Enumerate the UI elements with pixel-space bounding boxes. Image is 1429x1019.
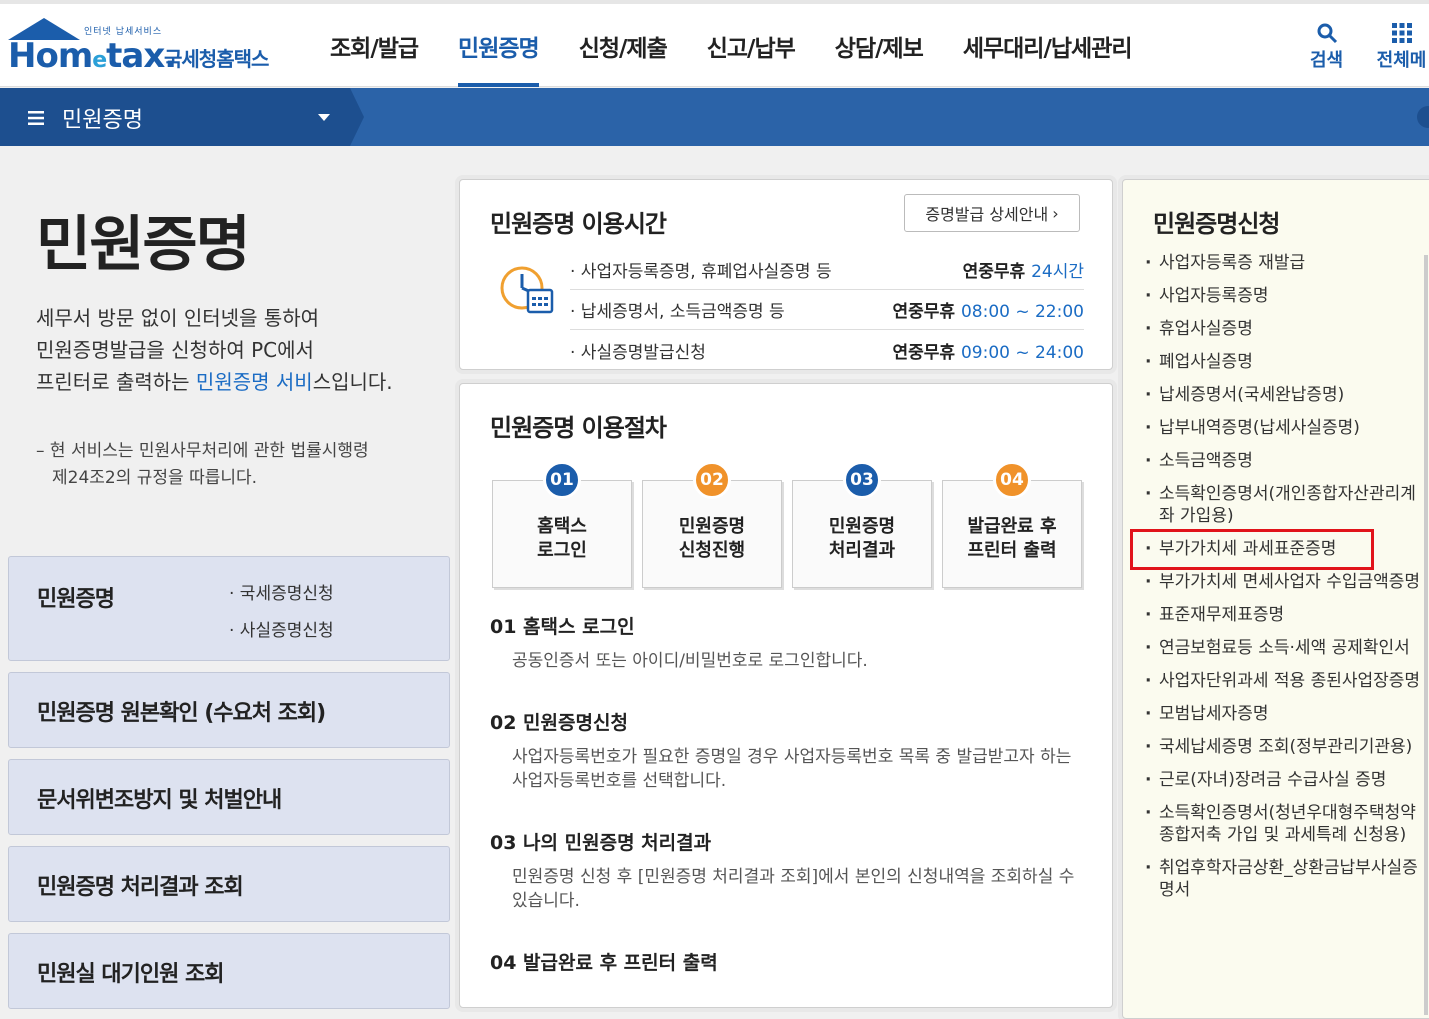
main-nav: 조회/발급 민원증명 신청/제출 신고/납부 상담/제보 세무대리/납세관리 (310, 4, 1152, 87)
procedure-panel: 민원증명 이용절차 01 홈택스 로그인 02 민원증명 신청진행 03 민원증명 처… (459, 383, 1113, 1008)
apply-item[interactable]: 사업자등록증명 (1143, 285, 1429, 307)
apply-list: 사업자등록증 재발급 사업자등록증명 휴업사실증명 폐업사실증명 납세증명서(국… (1143, 252, 1429, 912)
step-number-badge: 01 (543, 461, 581, 499)
apply-item[interactable]: 부가가치세 면세사업자 수입금액증명 (1143, 571, 1429, 593)
hometax-logo[interactable]: 인터넷 납세서비스 Hometax. 국세청홈택스 (6, 18, 296, 78)
chevron-right-icon: › (1052, 203, 1059, 223)
clock-calendar-icon (498, 264, 556, 320)
hours-row: · 사실증명발급신청 연중무휴 09:00 ~ 24:00 (570, 342, 1084, 363)
procedure-step: 02 민원증명 신청진행 (642, 461, 782, 588)
apply-item[interactable]: 소득금액증명 (1143, 450, 1429, 472)
procedure-step: 01 홈택스 로그인 (492, 461, 632, 588)
box-civil-certificate[interactable]: 민원증명 · 국세증명신청 · 사실증명신청 (8, 556, 450, 661)
apply-item[interactable]: 연금보험료등 소득·세액 공제확인서 (1143, 637, 1429, 659)
sub-menu-dropdown[interactable]: 민원증명 (28, 102, 143, 134)
procedure-title: 민원증명 이용절차 (490, 414, 667, 442)
apply-item[interactable]: 모범납세자증명 (1143, 703, 1429, 725)
hours-row: · 납세증명서, 소득금액증명 등 연중무휴 08:00 ~ 22:00 (570, 290, 1084, 330)
step-number-badge: 04 (993, 461, 1031, 499)
apply-title: 민원증명신청 (1153, 210, 1280, 238)
all-menu-button[interactable]: 전체메 (1374, 20, 1429, 72)
hours-panel: 민원증명 이용시간 증명발급 상세안내 › · 사업자등록증명, 휴폐업사실증명… (459, 179, 1113, 370)
apply-item[interactable]: 휴업사실증명 (1143, 318, 1429, 340)
procedure-step: 03 민원증명 처리결과 (792, 461, 932, 588)
step-number-badge: 02 (693, 461, 731, 499)
scrollbar[interactable] (1424, 255, 1428, 1015)
all-menu-label: 전체메 (1376, 50, 1427, 71)
box-forgery-prevention[interactable]: 문서위변조방지 및 처벌안내 (8, 759, 450, 835)
nav-apply-submit[interactable]: 신청/제출 (559, 4, 687, 87)
box-title: 민원실 대기인원 조회 (37, 962, 224, 987)
apply-panel: 민원증명신청 사업자등록증 재발급 사업자등록증명 휴업사실증명 폐업사실증명 … (1122, 179, 1429, 1019)
subbar-round-button[interactable] (1417, 106, 1429, 128)
box-title: 민원증명 (37, 587, 115, 612)
hamburger-icon (28, 111, 44, 125)
apply-item[interactable]: 소득확인증명서(개인종합자산관리계좌 가입용) (1143, 483, 1429, 527)
page-description: 세무서 방문 없이 인터넷을 통하여 민원증명발급을 신청하여 PC에서 프린터… (36, 306, 393, 394)
sub-navigation-bar: 민원증명 (0, 88, 1429, 146)
highlight-box (1130, 529, 1374, 570)
box-result-inquiry[interactable]: 민원증명 처리결과 조회 (8, 846, 450, 922)
apply-item[interactable]: 국세납세증명 조회(정부관리기관용) (1143, 736, 1429, 758)
service-link-text: 민원증명 서비 (195, 370, 313, 394)
nav-consult-report[interactable]: 상담/제보 (815, 4, 943, 87)
guide-button[interactable]: 증명발급 상세안내 › (904, 194, 1080, 232)
logo-wordmark: Hometax. (8, 36, 177, 76)
apply-item[interactable]: 납세증명서(국세완납증명) (1143, 384, 1429, 406)
procedure-detail: 03 나의 민원증명 처리결과 민원증명 신청 후 [민원증명 처리결과 조회]… (490, 832, 1075, 911)
nav-report-pay[interactable]: 신고/납부 (687, 4, 815, 87)
procedure-detail: 01 홈택스 로그인 공동인증서 또는 아이디/비밀번호로 로그인합니다. (490, 616, 868, 671)
hours-row: · 사업자등록증명, 휴폐업사실증명 등 연중무휴 24시간 (570, 250, 1084, 290)
box-original-verification[interactable]: 민원증명 원본확인 (수요처 조회) (8, 672, 450, 748)
search-button[interactable]: 검색 (1310, 20, 1343, 72)
apply-item[interactable]: 사업자등록증 재발급 (1143, 252, 1429, 274)
sub-menu-label: 민원증명 (62, 108, 143, 133)
header: 인터넷 납세서비스 Hometax. 국세청홈택스 조회/발급 민원증명 신청/… (0, 4, 1429, 87)
box-title: 민원증명 원본확인 (수요처 조회) (37, 701, 326, 726)
link-national-tax-certificate[interactable]: · 국세증명신청 (229, 579, 334, 604)
step-number-badge: 03 (843, 461, 881, 499)
apply-item[interactable]: 사업자단위과세 적용 종된사업장증명 (1143, 670, 1429, 692)
box-waiting-inquiry[interactable]: 민원실 대기인원 조회 (8, 933, 450, 1009)
apply-item[interactable]: 납부내역증명(납세사실증명) (1143, 417, 1429, 439)
procedure-step: 04 발급완료 후 프린터 출력 (942, 461, 1082, 588)
hours-title: 민원증명 이용시간 (490, 210, 667, 238)
apply-item[interactable]: 폐업사실증명 (1143, 351, 1429, 373)
grid-menu-icon (1374, 20, 1429, 46)
legal-note: – 현 서비스는 민원사무처리에 관한 법률시행령 제24조2의 규정을 따릅니… (36, 441, 369, 488)
nav-inquiry-issue[interactable]: 조회/발급 (310, 4, 438, 87)
apply-item[interactable]: 표준재무제표증명 (1143, 604, 1429, 626)
chevron-down-icon (318, 114, 330, 121)
nav-civil-certificate[interactable]: 민원증명 (438, 4, 559, 87)
link-fact-certificate[interactable]: · 사실증명신청 (229, 616, 334, 641)
box-title: 민원증명 처리결과 조회 (37, 875, 244, 900)
procedure-detail: 04 발급완료 후 프린터 출력 (490, 952, 718, 974)
sub-menu-arrow-shape (350, 88, 364, 146)
nav-tax-agent[interactable]: 세무대리/납세관리 (943, 4, 1152, 87)
search-icon (1310, 20, 1343, 46)
apply-item[interactable]: 취업후학자금상환_상환금납부사실증명서 (1143, 857, 1429, 901)
procedure-detail: 02 민원증명신청 사업자등록번호가 필요한 증명일 경우 사업자등록번호 목록… (490, 712, 1072, 791)
search-label: 검색 (1310, 50, 1344, 71)
page-title: 민원증명 (36, 210, 251, 280)
apply-item[interactable]: 소득확인증명서(청년우대형주택청약종합저축 가입 및 과세특례 신청용) (1143, 802, 1429, 846)
box-title: 문서위변조방지 및 처벌안내 (37, 788, 282, 813)
apply-item[interactable]: 근로(자녀)장려금 수급사실 증명 (1143, 769, 1429, 791)
logo-korean-name: 국세청홈택스 (164, 47, 269, 71)
